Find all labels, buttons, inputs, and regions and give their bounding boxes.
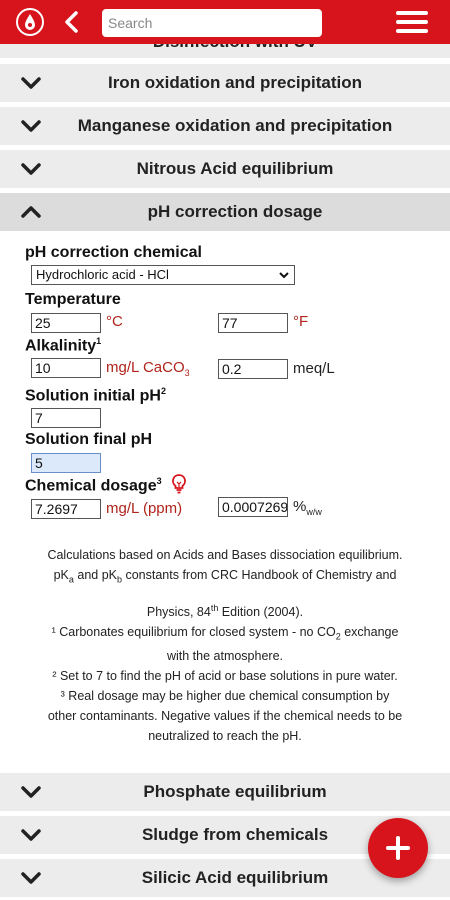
chevron-down-icon [21, 786, 41, 798]
final-ph-input[interactable]: 5 [31, 453, 101, 473]
alkalinity-meq-input[interactable]: 0.2 [218, 359, 288, 379]
note-line: other contaminants. Negative values if t… [47, 709, 403, 724]
alkalinity-meq-unit: meq/L [293, 360, 335, 377]
note-line: ² Set to 7 to find the pH of acid or bas… [52, 669, 398, 684]
note-line: ³ Real dosage may be higher due chemical… [60, 689, 390, 704]
note-line: with the atmosphere. [166, 649, 284, 664]
dosage-pct-unit: %w/w [293, 498, 322, 517]
section-manganese-oxidation[interactable]: Manganese oxidation and precipitation [0, 107, 450, 145]
alkalinity-label: Alkalinity1 [25, 336, 102, 355]
initial-ph-input[interactable]: 7 [31, 408, 101, 428]
dosage-pct-output[interactable]: 0.00072697 [218, 497, 288, 517]
temperature-c-input[interactable]: 25 [31, 313, 101, 333]
note-line: pKa and pKb constants from CRC Handbook … [53, 568, 397, 585]
chevron-down-icon [21, 120, 41, 132]
chevron-down-icon [279, 272, 289, 279]
temperature-c-unit: °C [106, 313, 123, 330]
add-fab-button[interactable] [368, 818, 428, 878]
dosage-label: Chemical dosage3 [25, 476, 162, 495]
dosage-mgl-output[interactable]: 7.2697 [31, 499, 101, 519]
note-line: Calculations based on Acids and Bases di… [47, 548, 403, 562]
final-ph-label: Solution final pH [25, 431, 153, 448]
section-title: Nitrous Acid equilibrium [136, 159, 334, 178]
lightbulb-icon[interactable] [171, 474, 187, 494]
note-line: Physics, 84th Edition (2004). [146, 602, 304, 619]
plus-icon [386, 836, 410, 860]
section-iron-oxidation[interactable]: Iron oxidation and precipitation [0, 64, 450, 102]
chevron-down-icon [21, 163, 41, 175]
temperature-f-unit: °F [293, 313, 309, 330]
section-title: Phosphate equilibrium [143, 782, 327, 801]
chevron-down-icon [21, 872, 41, 884]
hamburger-menu-icon[interactable] [396, 11, 428, 35]
section-title: Manganese oxidation and precipitation [77, 116, 393, 135]
section-disinfection-uv[interactable]: Disinfection with UV [0, 44, 450, 58]
chemical-label: pH correction chemical [25, 244, 202, 261]
chevron-down-icon [21, 77, 41, 89]
alkalinity-mgl-unit: mg/L CaCO3 [106, 359, 190, 378]
chemical-select-value: Hydrochloric acid - HCl [36, 267, 169, 282]
section-title: pH correction dosage [147, 202, 323, 221]
chevron-down-icon [21, 829, 41, 841]
temperature-f-input[interactable]: 77 [218, 313, 288, 333]
dosage-mgl-unit: mg/L (ppm) [106, 500, 183, 517]
chevron-up-icon [21, 206, 41, 218]
temperature-label: Temperature [25, 291, 121, 308]
chemical-select[interactable]: Hydrochloric acid - HCl [31, 265, 295, 285]
note-line: neutralized to reach the pH. [148, 729, 302, 744]
section-title: Disinfection with UV [0, 44, 450, 52]
initial-ph-label: Solution initial pH2 [25, 386, 166, 405]
section-nitrous-acid[interactable]: Nitrous Acid equilibrium [0, 150, 450, 188]
back-arrow-icon[interactable] [60, 10, 84, 34]
top-app-bar [0, 0, 450, 44]
alkalinity-mgl-input[interactable]: 10 [31, 358, 101, 378]
note-line: ¹ Carbonates equilibrium for closed syst… [51, 624, 399, 642]
drop-logo-icon[interactable] [16, 8, 44, 36]
section-title: Iron oxidation and precipitation [107, 73, 363, 92]
section-ph-correction[interactable]: pH correction dosage [0, 193, 450, 231]
calculation-notes: Calculations based on Acids and Bases di… [18, 545, 432, 746]
section-phosphate[interactable]: Phosphate equilibrium [0, 773, 450, 811]
search-input[interactable] [102, 9, 322, 37]
